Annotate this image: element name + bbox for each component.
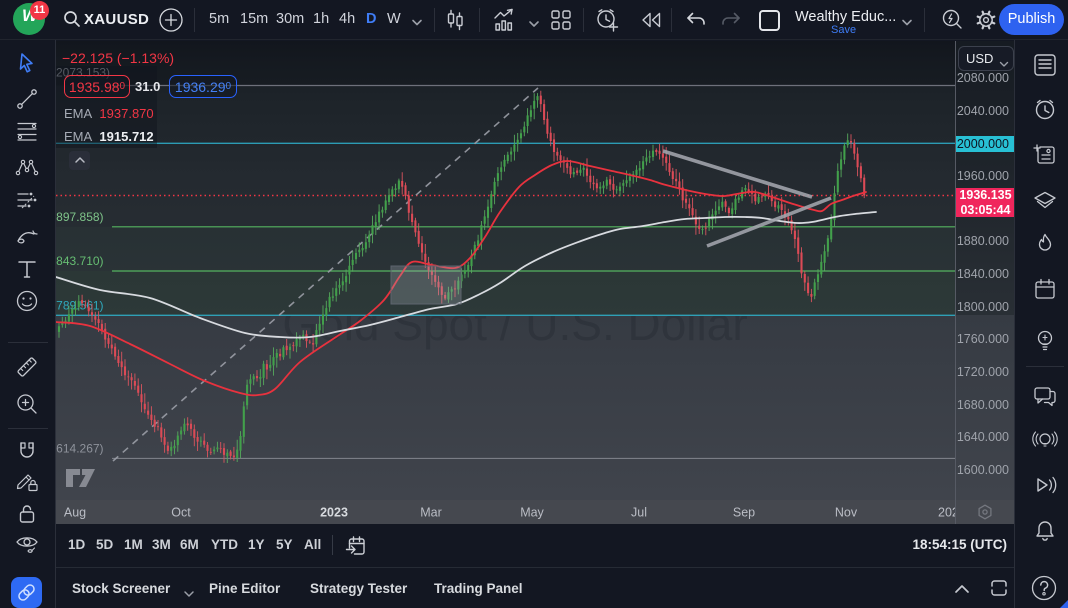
svg-text:2023: 2023 — [320, 506, 348, 520]
svg-text:Nov: Nov — [835, 506, 858, 520]
svg-text:May: May — [520, 506, 544, 520]
svg-text:Aug: Aug — [64, 506, 86, 520]
svg-text:2024: 2024 — [938, 506, 955, 520]
svg-text:(1897.858): (1897.858) — [56, 210, 104, 224]
svg-text:Mar: Mar — [420, 506, 442, 520]
svg-text:Jul: Jul — [631, 506, 647, 520]
svg-text:(1843.710): (1843.710) — [56, 254, 104, 268]
svg-text:Sep: Sep — [733, 506, 755, 520]
svg-text:Oct: Oct — [171, 506, 191, 520]
svg-text:(1614.267): (1614.267) — [56, 442, 104, 456]
